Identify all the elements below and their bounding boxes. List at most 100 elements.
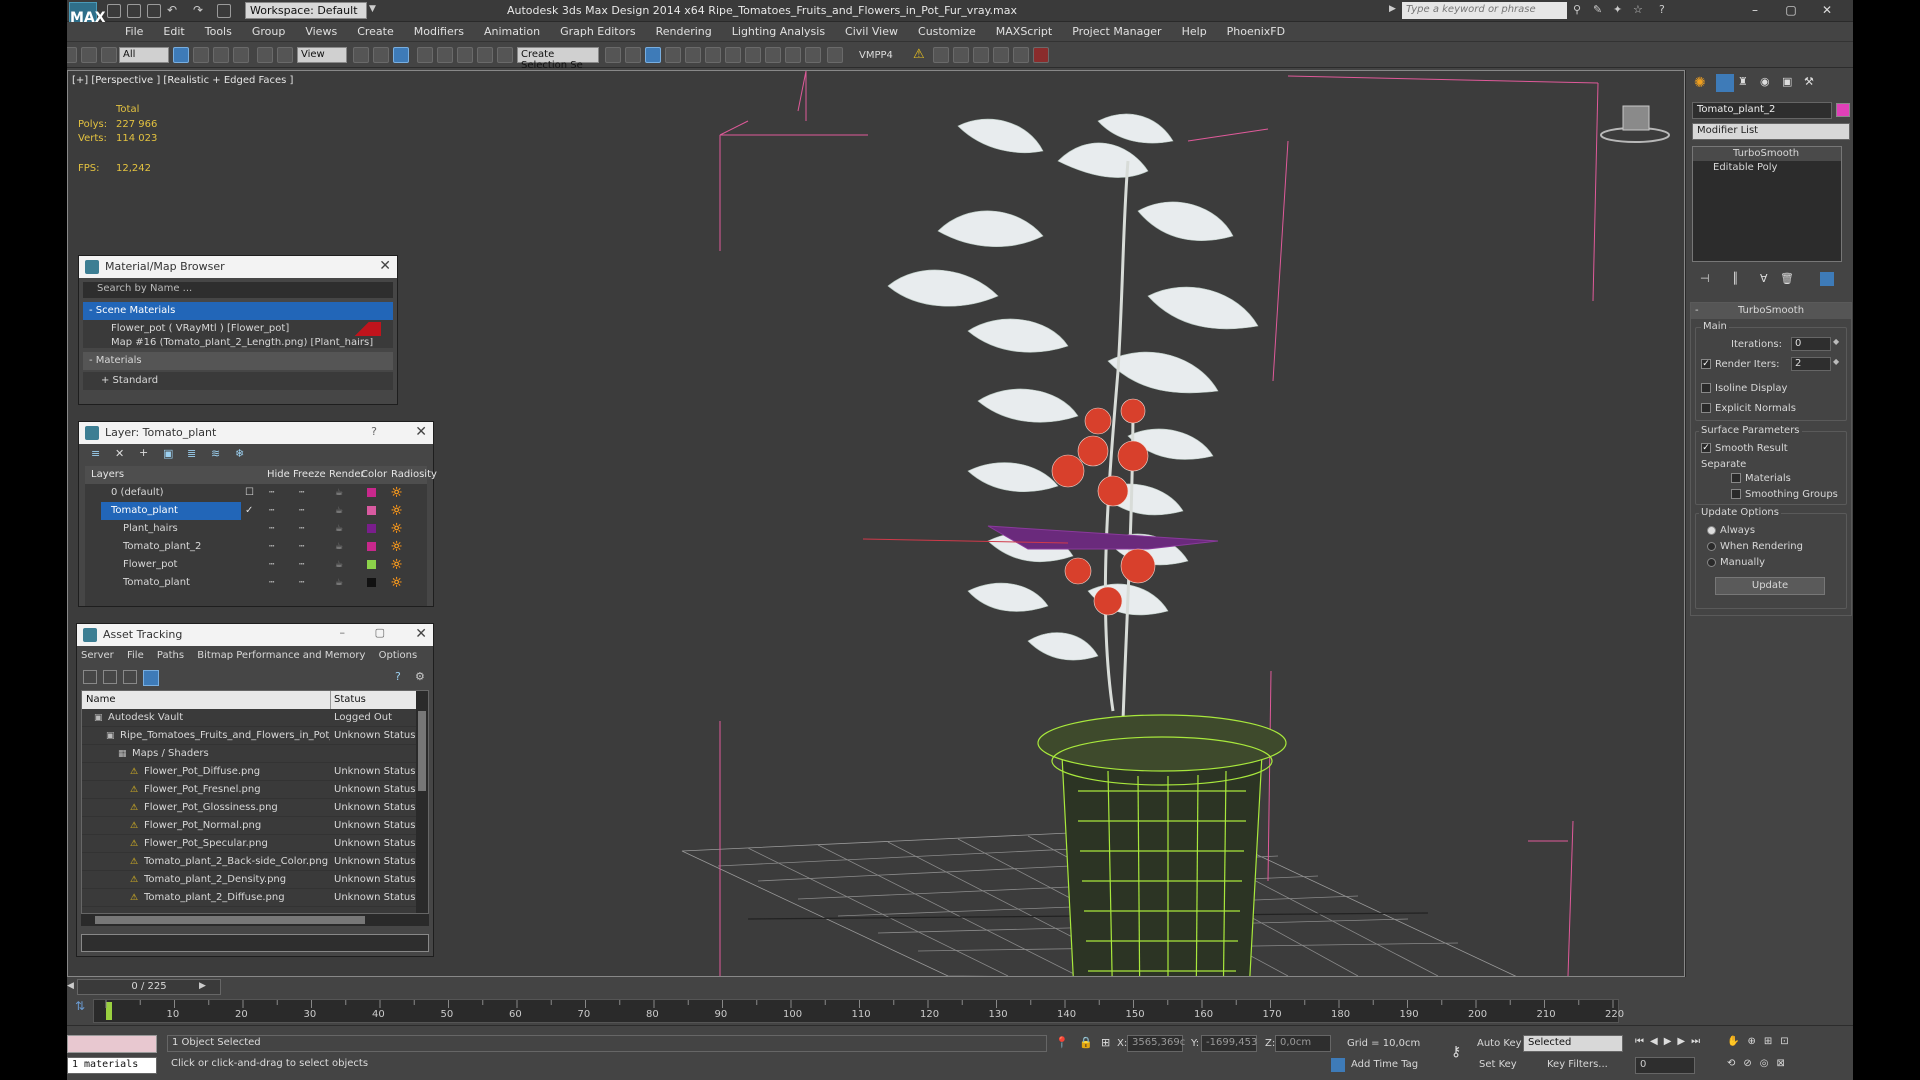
previous-frame-icon[interactable]: ◀: [67, 981, 75, 995]
freeze-toggle-icon[interactable]: ┅: [299, 538, 304, 556]
update-when-rendering-row[interactable]: When Rendering: [1707, 541, 1803, 552]
light-lister-icon[interactable]: [953, 47, 969, 63]
layer-row[interactable]: Tomato_plant ┅ ┅ ☕ 🔆 ✓: [85, 502, 427, 520]
menu-lighting-analysis[interactable]: Lighting Analysis: [722, 25, 835, 38]
layer-name[interactable]: 0 (default): [101, 484, 241, 502]
layer-name[interactable]: Flower_pot: [113, 556, 241, 574]
layer-color-swatch[interactable]: [367, 488, 376, 497]
menu-tools[interactable]: Tools: [195, 25, 242, 38]
select-manipulate-icon[interactable]: [373, 47, 389, 63]
material-search-input[interactable]: Search by Name ...: [83, 282, 393, 298]
redo-icon[interactable]: ↷: [193, 3, 203, 17]
key-icon[interactable]: ⚷: [1451, 1044, 1461, 1060]
help-icon[interactable]: ?: [1659, 3, 1665, 16]
update-manually-row[interactable]: Manually: [1707, 557, 1765, 568]
update-always-row[interactable]: Always: [1707, 525, 1755, 536]
freeze-toggle-icon[interactable]: ┅: [299, 574, 304, 592]
render-iters-checkbox[interactable]: ✓: [1701, 359, 1711, 369]
col-render[interactable]: Render: [329, 469, 365, 480]
menu-graph-editors[interactable]: Graph Editors: [550, 25, 646, 38]
asset-row[interactable]: ⚠ Flower_Pot_Fresnel.png Unknown Status, F…: [82, 781, 428, 799]
asset-row[interactable]: ▦ Maps / Shaders: [82, 745, 428, 763]
minimize-icon[interactable]: –: [340, 626, 346, 639]
asset-tracking-titlebar[interactable]: Asset Tracking – ▢ ✕: [77, 624, 433, 646]
materials-header[interactable]: - Materials: [83, 352, 393, 370]
spinner-snap-icon[interactable]: [477, 47, 493, 63]
open-file-icon[interactable]: [127, 4, 141, 18]
track-bar-icon[interactable]: ⇅: [67, 999, 93, 1023]
smoothing-groups-checkbox[interactable]: [1731, 489, 1741, 499]
col-layers[interactable]: Layers: [91, 469, 124, 480]
list-view-icon[interactable]: [103, 670, 117, 684]
iterations-spinner[interactable]: 0: [1791, 337, 1831, 351]
update-button[interactable]: Update: [1715, 577, 1825, 595]
selection-filter-dropdown[interactable]: All: [119, 47, 169, 63]
asset-path-field[interactable]: [81, 934, 429, 952]
time-tag-icon[interactable]: [1331, 1058, 1345, 1072]
detail-view-icon[interactable]: [123, 670, 137, 684]
make-unique-icon[interactable]: ∀: [1760, 272, 1768, 285]
x-coordinate-field[interactable]: 3565,369c: [1127, 1035, 1185, 1052]
asset-row[interactable]: ⚠ Tomato_plant_2_Back-side_Color.png Unkno…: [82, 853, 428, 871]
menu-group[interactable]: Group: [242, 25, 296, 38]
render-toggle-icon[interactable]: ☕: [335, 538, 343, 556]
col-freeze[interactable]: Freeze: [293, 469, 326, 480]
layer-row[interactable]: 0 (default) ┅ ┅ ☕ 🔆 ☐: [85, 484, 427, 502]
hide-all-layers-icon[interactable]: ≋: [211, 447, 220, 460]
layer-name[interactable]: Tomato_plant_2: [113, 538, 241, 556]
move-icon[interactable]: [257, 47, 273, 63]
menu-edit[interactable]: Edit: [153, 25, 194, 38]
material-editor-icon[interactable]: [745, 47, 761, 63]
layer-row[interactable]: Flower_pot ┅ ┅ ☕ 🔆: [85, 556, 427, 574]
layer-color-swatch[interactable]: [367, 560, 376, 569]
smooth-result-checkbox[interactable]: ✓: [1701, 443, 1711, 453]
transform-tool-icon[interactable]: [973, 47, 989, 63]
playback-controls[interactable]: ⏮◀▶▶⏭: [1635, 1036, 1706, 1047]
stack-item-editable-poly[interactable]: Editable Poly: [1693, 161, 1841, 175]
layer-color-swatch[interactable]: [367, 506, 376, 515]
help-icon[interactable]: ?: [395, 670, 401, 683]
col-status[interactable]: Status: [334, 694, 366, 705]
curve-editor-icon[interactable]: [705, 47, 721, 63]
isoline-checkbox[interactable]: [1701, 383, 1711, 393]
keyboard-shortcut-override-icon[interactable]: [393, 47, 409, 63]
layer-row[interactable]: Tomato_plant ┅ ┅ ☕ 🔆: [85, 574, 427, 592]
layer-window-titlebar[interactable]: Layer: Tomato_plant ? ✕: [79, 422, 433, 444]
key-mode-dropdown[interactable]: Selected: [1523, 1035, 1623, 1052]
display-tab-icon[interactable]: ▣: [1782, 75, 1792, 88]
current-frame-field[interactable]: 0: [1635, 1057, 1695, 1074]
freeze-toggle-icon[interactable]: ┅: [299, 484, 304, 502]
scene-materials-header[interactable]: - Scene Materials: [83, 302, 393, 320]
refresh-icon[interactable]: [83, 670, 97, 684]
asset-menu-paths[interactable]: Paths: [157, 650, 184, 661]
next-frame-icon[interactable]: ▶: [199, 981, 206, 991]
perspective-viewport[interactable]: [+] [Perspective ] [Realistic + Edged Fa…: [67, 70, 1685, 977]
pin-stack-icon[interactable]: ⊣: [1700, 272, 1710, 285]
radiosity-icon[interactable]: 🔆: [391, 484, 402, 502]
spinner-arrows-icon[interactable]: ◆: [1833, 357, 1839, 366]
environment-icon[interactable]: [933, 47, 949, 63]
asset-vertical-scrollbar[interactable]: [416, 691, 428, 913]
key-filters-button[interactable]: Key Filters...: [1547, 1059, 1608, 1070]
utilities-tab-icon[interactable]: ⚒: [1804, 75, 1814, 88]
show-end-result-icon[interactable]: ║: [1732, 272, 1739, 285]
undo-icon[interactable]: ↶: [167, 3, 177, 17]
hide-toggle-icon[interactable]: ┅: [269, 538, 274, 556]
favorite-icon[interactable]: ☆: [1633, 3, 1643, 16]
hide-toggle-icon[interactable]: ┅: [269, 484, 274, 502]
delete-layer-icon[interactable]: ✕: [115, 447, 124, 460]
freeze-toggle-icon[interactable]: ┅: [299, 502, 304, 520]
rotate-icon[interactable]: [277, 47, 293, 63]
radiosity-icon[interactable]: 🔆: [391, 520, 402, 538]
material-browser-titlebar[interactable]: Material/Map Browser ✕: [79, 256, 397, 278]
configure-modifier-sets-icon[interactable]: [1820, 272, 1834, 286]
y-coordinate-field[interactable]: -1699,453: [1201, 1035, 1257, 1052]
motion-tab-icon[interactable]: ◉: [1760, 75, 1770, 88]
expand-arrow-icon[interactable]: ▶: [1389, 4, 1396, 14]
radiosity-icon[interactable]: 🔆: [391, 574, 402, 592]
spinner-arrows-icon[interactable]: ◆: [1833, 337, 1839, 346]
column-divider[interactable]: [330, 691, 331, 709]
layer-color-swatch[interactable]: [367, 524, 376, 533]
hide-toggle-icon[interactable]: ┅: [269, 520, 274, 538]
edit-named-selection-icon[interactable]: [497, 47, 513, 63]
